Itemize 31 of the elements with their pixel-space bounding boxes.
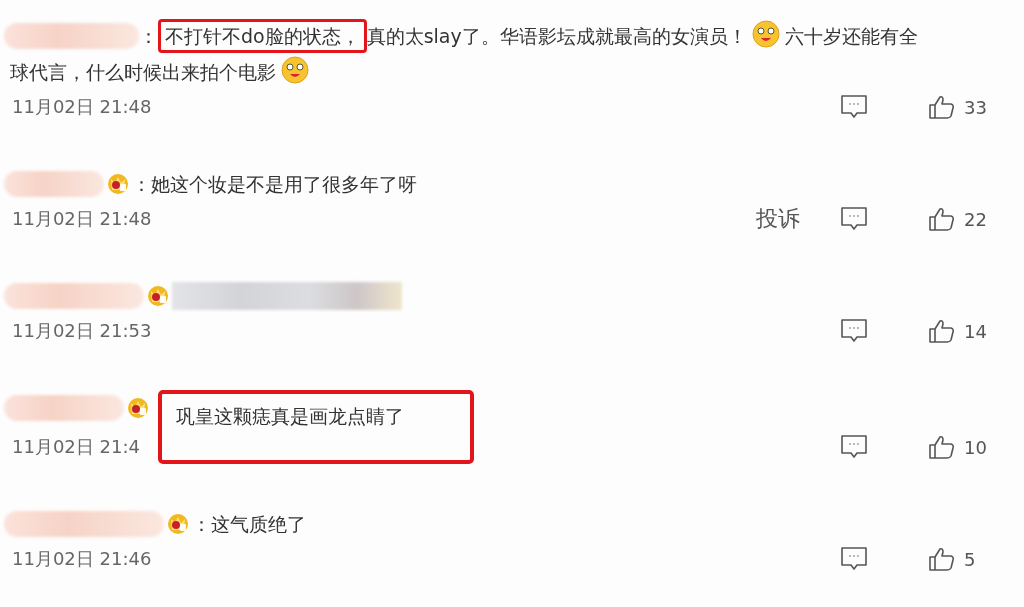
emoji-icon	[750, 19, 781, 49]
thumbs-up-icon[interactable]	[928, 546, 956, 572]
thumbs-up-icon[interactable]	[928, 94, 956, 120]
like-count: 5	[964, 548, 977, 570]
comment-icon[interactable]	[840, 206, 868, 232]
comment-text: 真的太slay了。华语影坛成就最高的女演员！	[366, 25, 747, 47]
comment-text: 球代言，什么时候出来拍个电影	[10, 61, 276, 83]
emoji-icon	[280, 55, 310, 85]
comment-time: 11月02日 21:4	[12, 435, 140, 459]
comment-icon[interactable]	[840, 94, 868, 120]
thumbs-up-icon[interactable]	[928, 206, 956, 232]
comment-text: 六十岁还能有全	[784, 25, 918, 47]
report-link[interactable]: 投诉	[756, 204, 800, 234]
like-count: 10	[964, 436, 988, 458]
comment-text: ：她这个妆是不是用了很多年了呀	[132, 173, 417, 195]
comment-icon[interactable]	[840, 434, 868, 460]
highlighted-text: 不打针不do脸的状态，	[158, 19, 367, 53]
thumbs-up-icon[interactable]	[928, 434, 956, 460]
like-count: 33	[964, 96, 988, 118]
comment-icon[interactable]	[840, 546, 868, 572]
comment-time: 11月02日 21:48	[12, 95, 152, 119]
highlighted-text: 巩皇这颗痣真是画龙点睛了	[158, 390, 474, 464]
like-count: 22	[964, 208, 988, 230]
comment-text: ：这气质绝了	[192, 513, 306, 535]
comment-text: ：	[139, 25, 158, 47]
comment-time: 11月02日 21:48	[12, 207, 152, 231]
thumbs-up-icon[interactable]	[928, 318, 956, 344]
comment-icon[interactable]	[840, 318, 868, 344]
like-count: 14	[964, 320, 988, 342]
comment-time: 11月02日 21:46	[12, 547, 152, 571]
comment-time: 11月02日 21:53	[12, 319, 152, 343]
